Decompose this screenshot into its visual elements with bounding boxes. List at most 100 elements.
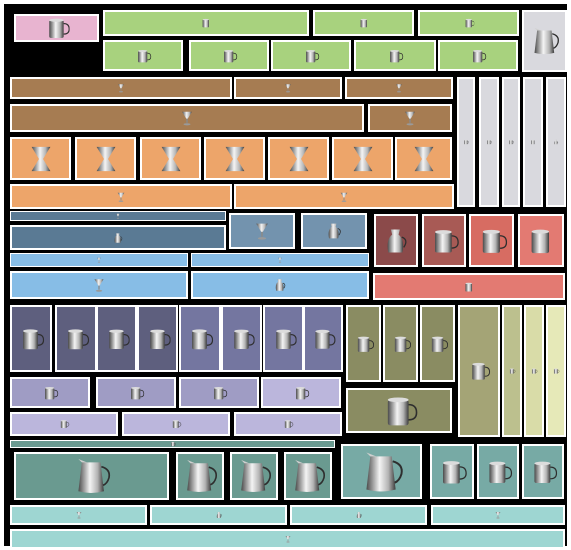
mug-icon bbox=[192, 328, 214, 349]
jug-icon bbox=[114, 232, 123, 243]
mug-icon bbox=[482, 229, 507, 253]
mug-icon bbox=[489, 461, 513, 483]
image-tile bbox=[10, 505, 147, 525]
image-tile bbox=[303, 305, 343, 372]
image-tile bbox=[234, 412, 342, 436]
image-tile bbox=[284, 452, 332, 500]
mug-icon bbox=[149, 329, 171, 349]
pitcher-icon bbox=[77, 459, 110, 493]
image-tile bbox=[10, 184, 232, 209]
pitcher-icon bbox=[187, 460, 218, 492]
mug-icon bbox=[443, 460, 467, 484]
pitcher-icon bbox=[241, 460, 272, 492]
image-tile bbox=[430, 444, 474, 499]
mosaic-background bbox=[4, 4, 567, 549]
goblet-icon bbox=[285, 84, 291, 93]
image-tile bbox=[10, 305, 52, 372]
image-tile bbox=[332, 137, 393, 180]
image-tile bbox=[261, 377, 341, 408]
image-collection-mosaic bbox=[0, 0, 571, 550]
mug-icon bbox=[45, 386, 59, 399]
goblet-icon bbox=[405, 111, 415, 126]
mug-icon bbox=[233, 329, 255, 349]
image-tile bbox=[522, 10, 567, 72]
mug-icon bbox=[172, 420, 182, 429]
image-tile bbox=[10, 137, 71, 180]
image-tile bbox=[383, 305, 418, 382]
goblet-icon bbox=[495, 512, 501, 519]
image-tile bbox=[229, 213, 295, 249]
image-tile bbox=[479, 77, 499, 207]
image-tile bbox=[458, 305, 500, 437]
image-tile bbox=[75, 137, 136, 180]
image-tile bbox=[140, 137, 201, 180]
jug-icon bbox=[356, 512, 362, 518]
mug-icon bbox=[435, 229, 459, 253]
image-tile bbox=[10, 104, 364, 132]
image-tile bbox=[179, 377, 259, 408]
mug-icon bbox=[487, 139, 492, 145]
goblet-icon bbox=[116, 213, 120, 219]
pitcher-icon bbox=[295, 460, 326, 492]
image-tile bbox=[189, 40, 269, 71]
image-tile bbox=[204, 137, 265, 180]
image-tile bbox=[522, 444, 564, 499]
image-tile bbox=[122, 412, 230, 436]
goblet-icon bbox=[97, 257, 101, 263]
mug-icon bbox=[315, 329, 336, 349]
image-tile bbox=[469, 214, 514, 267]
mug-icon bbox=[224, 49, 238, 62]
hourglass-vase-icon bbox=[225, 146, 244, 171]
image-tile bbox=[10, 529, 565, 549]
jug-icon bbox=[387, 228, 407, 253]
image-tile bbox=[373, 273, 565, 300]
image-tile bbox=[10, 440, 335, 448]
image-tile bbox=[346, 388, 452, 433]
mug-icon bbox=[138, 49, 152, 62]
jug-icon bbox=[216, 512, 222, 518]
image-tile bbox=[103, 40, 183, 71]
mug-icon bbox=[390, 49, 404, 62]
image-tile bbox=[191, 253, 369, 267]
image-tile bbox=[10, 225, 226, 250]
mug-icon bbox=[431, 336, 448, 352]
image-tile bbox=[179, 305, 221, 372]
mug-icon bbox=[214, 386, 228, 399]
mug-icon bbox=[306, 49, 320, 62]
image-tile bbox=[191, 271, 369, 299]
cup-icon bbox=[360, 18, 367, 28]
mug-icon bbox=[473, 49, 487, 62]
goblet-icon bbox=[256, 223, 268, 240]
cup-icon bbox=[202, 18, 209, 28]
mug-icon bbox=[296, 386, 310, 399]
goblet-icon bbox=[94, 279, 104, 292]
goblet-icon bbox=[340, 192, 348, 202]
pitcher-icon bbox=[534, 27, 559, 55]
image-tile bbox=[420, 305, 455, 382]
mug-icon bbox=[553, 368, 560, 374]
hourglass-vase-icon bbox=[289, 146, 308, 171]
image-tile bbox=[10, 211, 226, 221]
goblet-icon bbox=[117, 192, 125, 202]
mug-icon bbox=[465, 18, 475, 28]
goblet-icon bbox=[118, 84, 124, 93]
mug-icon bbox=[48, 18, 70, 38]
image-tile bbox=[103, 10, 309, 36]
image-tile bbox=[234, 77, 342, 99]
image-tile bbox=[10, 412, 118, 436]
mug-icon bbox=[284, 420, 294, 429]
image-tile bbox=[14, 452, 169, 500]
image-tile bbox=[502, 305, 522, 437]
image-tile bbox=[422, 214, 466, 267]
mug-icon bbox=[275, 329, 297, 349]
image-tile bbox=[96, 305, 137, 372]
goblet-icon bbox=[278, 257, 282, 263]
image-tile bbox=[477, 444, 519, 499]
image-tile bbox=[150, 505, 287, 525]
image-tile bbox=[374, 214, 418, 267]
image-tile bbox=[502, 77, 520, 207]
jug-icon bbox=[554, 139, 559, 145]
image-tile bbox=[395, 137, 452, 180]
image-tile bbox=[301, 213, 367, 249]
image-tile bbox=[346, 305, 381, 382]
